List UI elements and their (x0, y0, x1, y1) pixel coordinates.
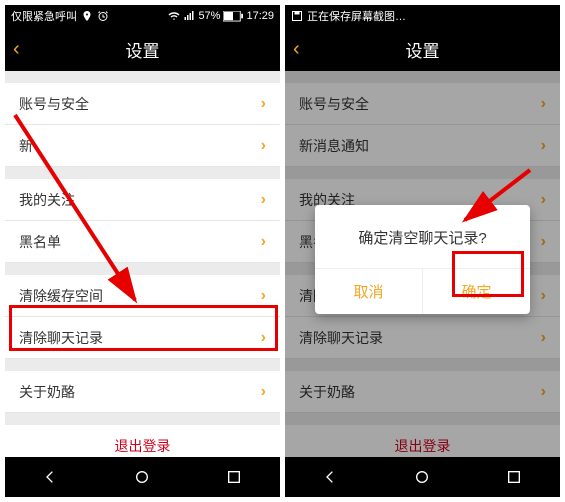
back-button[interactable]: ‹ (293, 38, 300, 61)
battery-text: 57% (198, 10, 220, 22)
status-bar: 仅限紧急呼叫 57% 17:29 (5, 5, 280, 27)
chevron-right-icon: › (261, 329, 266, 347)
item-notify[interactable]: 新消息通知 › (285, 125, 560, 167)
battery-icon (223, 11, 243, 22)
chevron-right-icon: › (541, 329, 546, 347)
page-title: 设置 (406, 37, 440, 62)
chevron-right-icon: › (261, 383, 266, 401)
item-blacklist[interactable]: 黑名单 › (5, 221, 280, 263)
header: ‹ 设置 (285, 27, 560, 71)
logout-label: 退出登录 (115, 436, 171, 456)
status-bar: 正在保存屏幕截图… (285, 5, 560, 27)
nav-back-icon[interactable] (43, 469, 59, 485)
chevron-right-icon: › (261, 191, 266, 209)
chevron-right-icon: › (541, 233, 546, 251)
item-chatlog[interactable]: 清除聊天记录 › (285, 317, 560, 359)
item-follow[interactable]: 我的关注 › (5, 179, 280, 221)
item-chatlog[interactable]: 清除聊天记录 › (5, 317, 280, 359)
wifi-icon (168, 10, 180, 22)
save-icon (291, 10, 303, 22)
item-label: 清除缓存空间 (19, 286, 103, 306)
nav-recent-icon[interactable] (506, 469, 522, 485)
alarm-icon (97, 10, 109, 22)
chevron-right-icon: › (261, 95, 266, 113)
chevron-right-icon: › (541, 137, 546, 155)
saving-text: 正在保存屏幕截图… (307, 8, 406, 24)
logout-label: 退出登录 (395, 436, 451, 456)
chevron-right-icon: › (261, 233, 266, 251)
nav-bar (5, 457, 280, 497)
item-about[interactable]: 关于奶酪 › (5, 371, 280, 413)
item-label: 清除聊天记录 (299, 328, 383, 348)
back-button[interactable]: ‹ (13, 38, 20, 61)
item-label: 关于奶酪 (299, 382, 355, 402)
dialog-message: 确定清空聊天记录? (315, 205, 530, 268)
chevron-right-icon: › (261, 287, 266, 305)
item-cache[interactable]: 清除缓存空间 › (5, 275, 280, 317)
item-label: 黑名单 (19, 232, 61, 252)
item-label: 清除聊天记录 (19, 328, 103, 348)
nav-back-icon[interactable] (323, 469, 339, 485)
item-account[interactable]: 账号与安全 › (5, 83, 280, 125)
header: ‹ 设置 (5, 27, 280, 71)
item-label: 新 (19, 136, 33, 156)
item-label: 我的关注 (19, 190, 75, 210)
item-new[interactable]: 新 › (5, 125, 280, 167)
item-account[interactable]: 账号与安全 › (285, 83, 560, 125)
phone-right: 正在保存屏幕截图… ‹ 设置 账号与安全 › 新消息通知 › 我的关注 › (285, 5, 560, 497)
chevron-right-icon: › (541, 191, 546, 209)
nav-home-icon[interactable] (414, 469, 430, 485)
item-label: 账号与安全 (299, 94, 369, 114)
confirm-dialog: 确定清空聊天记录? 取消 确定 (315, 205, 530, 314)
chevron-right-icon: › (541, 383, 546, 401)
chevron-right-icon: › (261, 137, 266, 155)
nav-bar (285, 457, 560, 497)
item-about[interactable]: 关于奶酪 › (285, 371, 560, 413)
item-label: 关于奶酪 (19, 382, 75, 402)
settings-list: 账号与安全 › 新 › 我的关注 › 黑名单 › 清除缓存空间 › 清除 (5, 71, 280, 467)
item-label: 新消息通知 (299, 136, 369, 156)
nav-recent-icon[interactable] (226, 469, 242, 485)
signal-icon (183, 10, 195, 22)
dialog-cancel-button[interactable]: 取消 (315, 269, 423, 314)
page-title: 设置 (126, 37, 160, 62)
item-label: 账号与安全 (19, 94, 89, 114)
location-icon (81, 10, 93, 22)
carrier-text: 仅限紧急呼叫 (11, 8, 77, 24)
phone-left: 仅限紧急呼叫 57% 17:29 ‹ 设置 账号与安全 › (5, 5, 280, 497)
dialog-confirm-button[interactable]: 确定 (423, 269, 530, 314)
chevron-right-icon: › (541, 287, 546, 305)
time-text: 17:29 (246, 10, 274, 22)
nav-home-icon[interactable] (134, 469, 150, 485)
chevron-right-icon: › (541, 95, 546, 113)
